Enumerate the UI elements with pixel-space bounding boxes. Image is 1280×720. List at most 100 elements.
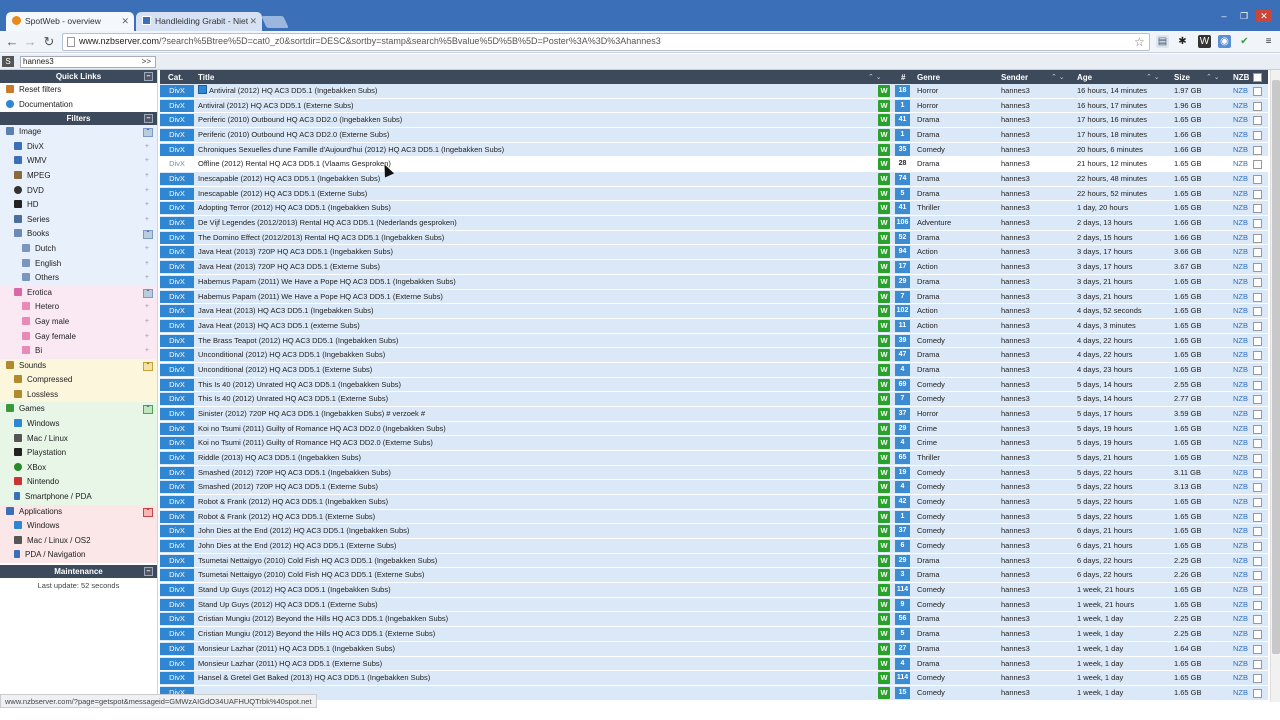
watchlist-icon[interactable]: W [878, 378, 890, 391]
category-badge[interactable]: DivX [160, 466, 194, 479]
nzb-link[interactable]: NZB [1233, 539, 1248, 554]
spot-title-link[interactable]: Habemus Papam (2011) We Have a Pope HQ A… [198, 290, 443, 305]
table-row[interactable]: DivX Robot & Frank (2012) HQ AC3 DD5.1 (E… [160, 509, 1268, 525]
sender[interactable]: hannes3 [1001, 157, 1030, 172]
spot-title-link[interactable]: Smashed (2012) 720P HQ AC3 DD5.1 (Extern… [198, 480, 378, 495]
sender[interactable]: hannes3 [1001, 422, 1030, 437]
spot-title-link[interactable]: Hansel & Gretel Get Baked (2013) HQ AC3 … [198, 671, 430, 686]
spot-title-link[interactable]: Tsumetai Nettaigyo (2010) Cold Fish HQ A… [198, 554, 437, 569]
row-checkbox[interactable] [1253, 615, 1262, 625]
table-row[interactable]: DivX Java Heat (2013) 720P HQ AC3 DD5.1 (… [160, 260, 1268, 275]
spot-title-link[interactable]: Offline (2012) Rental HQ AC3 DD5.1 (Vlaa… [198, 157, 391, 172]
table-row[interactable]: DivX Periferic (2010) Outbound HQ AC3 DD2… [160, 128, 1268, 143]
row-checkbox[interactable] [1253, 131, 1262, 141]
sender[interactable]: hannes3 [1001, 304, 1030, 319]
nzb-link[interactable]: NZB [1233, 378, 1248, 393]
reset-filters-link[interactable]: Reset filters [0, 83, 157, 98]
spot-title-link[interactable]: Inescapable (2012) HQ AC3 DD5.1 (Ingebak… [198, 172, 380, 187]
col-age[interactable]: Age [1077, 73, 1092, 82]
row-checkbox[interactable] [1253, 219, 1262, 229]
documentation-link[interactable]: Documentation [0, 98, 157, 113]
filter-hd[interactable]: HD + [0, 198, 157, 213]
table-row[interactable]: DivX Hansel & Gretel Get Baked (2013) HQ … [160, 671, 1268, 686]
spot-title-link[interactable]: Koi no Tsumi (2011) Guilty of Romance HQ… [198, 436, 433, 451]
filter-erotica-gay-female[interactable]: Gay female + [0, 329, 157, 345]
menu-icon[interactable]: ≡ [1262, 35, 1275, 48]
row-checkbox[interactable] [1253, 145, 1262, 155]
category-badge[interactable]: DivX [160, 481, 194, 494]
row-checkbox[interactable] [1253, 204, 1262, 214]
sort-arrows-icon[interactable]: ⌃ ⌄ [1051, 73, 1065, 81]
category-badge[interactable]: DivX [160, 187, 194, 200]
category-badge[interactable]: DivX [160, 642, 194, 655]
row-checkbox[interactable] [1253, 365, 1262, 375]
sender[interactable]: hannes3 [1001, 510, 1030, 525]
nzb-link[interactable]: NZB [1233, 524, 1248, 539]
category-badge[interactable]: DivX [160, 393, 194, 406]
watchlist-icon[interactable]: W [878, 452, 890, 464]
watchlist-icon[interactable]: W [878, 173, 890, 186]
sender[interactable]: hannes3 [1001, 348, 1030, 363]
filter-games-mac[interactable]: Mac / Linux [0, 431, 157, 447]
watchlist-icon[interactable]: W [878, 114, 890, 127]
nzb-link[interactable]: NZB [1233, 348, 1248, 363]
sender[interactable]: hannes3 [1001, 216, 1030, 231]
row-checkbox[interactable] [1253, 454, 1262, 463]
row-checkbox[interactable] [1253, 87, 1262, 96]
table-row[interactable]: DivX Antiviral (2012) HQ AC3 DD5.1 (Ingeb… [160, 84, 1268, 99]
category-badge[interactable]: DivX [160, 290, 194, 303]
category-badge[interactable]: DivX [160, 540, 194, 553]
category-badge[interactable]: DivX [160, 584, 194, 597]
category-badge[interactable]: DivX [160, 525, 194, 538]
filter-series[interactable]: Series + [0, 212, 157, 228]
col-cat[interactable]: Cat. [168, 73, 183, 82]
sender[interactable]: hannes3 [1001, 113, 1030, 128]
row-checkbox[interactable] [1253, 674, 1262, 684]
table-row[interactable]: DivX Stand Up Guys (2012) HQ AC3 DD5.1 (E… [160, 597, 1268, 613]
category-badge[interactable]: DivX [160, 378, 194, 391]
filter-dvd[interactable]: DVD + [0, 183, 157, 199]
category-badge[interactable]: DivX [160, 305, 194, 318]
sort-arrows-icon[interactable]: ⌃ ⌄ [1206, 73, 1220, 81]
nzb-link[interactable]: NZB [1233, 172, 1248, 187]
table-row[interactable]: DivX This Is 40 (2012) Unrated HQ AC3 DD5… [160, 392, 1268, 407]
nzb-link[interactable]: NZB [1233, 216, 1248, 231]
nzb-link[interactable]: NZB [1233, 143, 1248, 158]
extension-icon[interactable]: ▤ [1156, 35, 1169, 48]
nzb-link[interactable]: NZB [1233, 422, 1248, 437]
col-sender[interactable]: Sender [1001, 73, 1028, 82]
row-checkbox[interactable] [1253, 512, 1262, 522]
search-input[interactable]: hannes3 >> [20, 56, 156, 68]
table-row[interactable]: DivX Java Heat (2013) HQ AC3 DD5.1 (exter… [160, 318, 1268, 334]
spot-title-link[interactable]: Monsieur Lazhar (2011) HQ AC3 DD5.1 (Ext… [198, 657, 382, 672]
nzb-link[interactable]: NZB [1233, 275, 1248, 290]
nzb-link[interactable]: NZB [1233, 84, 1248, 99]
sender[interactable]: hannes3 [1001, 554, 1030, 569]
spot-title-link[interactable]: Inescapable (2012) HQ AC3 DD5.1 (Externe… [198, 187, 367, 202]
extension-icon[interactable]: W [1198, 35, 1211, 48]
col-size[interactable]: Size [1174, 73, 1190, 82]
table-row[interactable]: DivX Smashed (2012) 720P HQ AC3 DD5.1 (In… [160, 465, 1268, 481]
watchlist-icon[interactable]: W [878, 349, 890, 362]
spot-title-link[interactable]: The Domino Effect (2012/2013) Rental HQ … [198, 231, 444, 246]
filter-books-english[interactable]: English + [0, 256, 157, 272]
table-row[interactable]: DivX W 15 Comedy hannes3 1 week, 1 day 1.65 GB… [160, 685, 1268, 701]
sender[interactable]: hannes3 [1001, 172, 1030, 187]
watchlist-icon[interactable]: W [878, 290, 890, 303]
sender[interactable]: hannes3 [1001, 143, 1030, 158]
spot-title-link[interactable]: Unconditional (2012) HQ AC3 DD5.1 (Exter… [198, 363, 372, 378]
filter-mpeg[interactable]: MPEG + [0, 168, 157, 184]
sender[interactable]: hannes3 [1001, 84, 1030, 99]
category-badge[interactable]: DivX [160, 363, 194, 376]
table-row[interactable]: DivX Java Heat (2013) HQ AC3 DD5.1 (Ingeb… [160, 304, 1268, 319]
filter-books-dutch[interactable]: Dutch + [0, 241, 157, 257]
nzb-link[interactable]: NZB [1233, 583, 1248, 598]
nzb-link[interactable]: NZB [1233, 510, 1248, 525]
table-row[interactable]: DivX De Vijf Legendes (2012/2013) Rental … [160, 216, 1268, 231]
watchlist-icon[interactable]: W [878, 393, 890, 406]
close-tab-icon[interactable]: ✕ [249, 16, 257, 27]
filter-apps-windows[interactable]: Windows [0, 519, 157, 534]
spot-title-link[interactable]: Robot & Frank (2012) HQ AC3 DD5.1 (Ingeb… [198, 495, 388, 510]
toggle-icon[interactable]: ⌃ [143, 288, 153, 298]
nzb-link[interactable]: NZB [1233, 495, 1248, 510]
